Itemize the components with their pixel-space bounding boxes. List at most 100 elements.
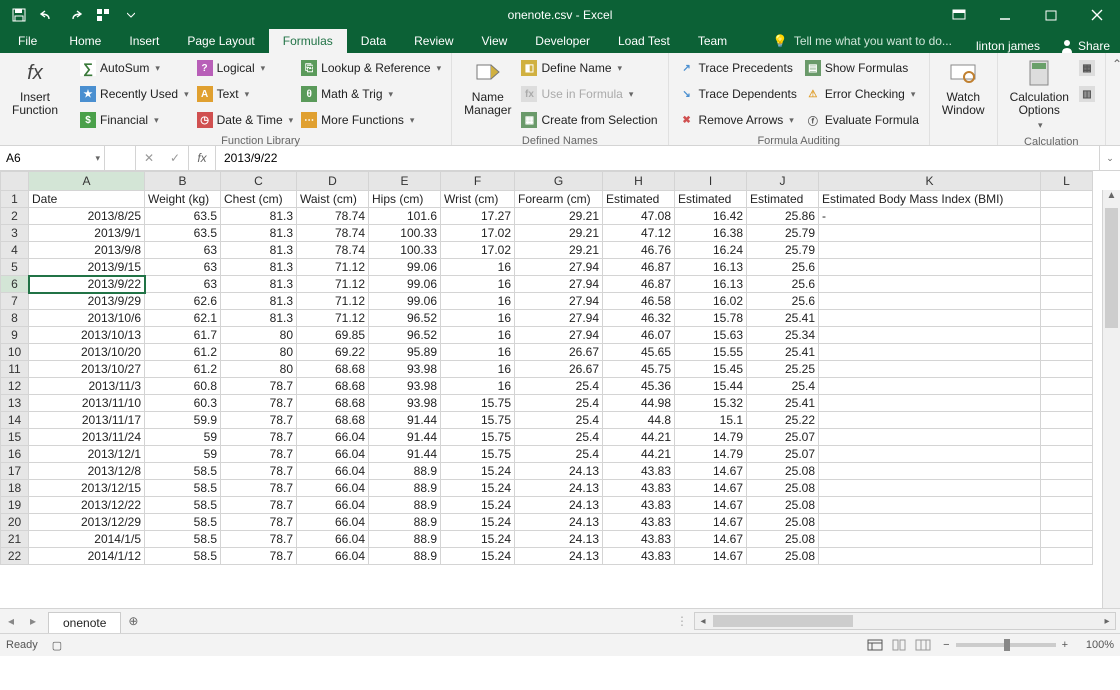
cell[interactable]: 26.67	[515, 344, 603, 361]
row-header[interactable]: 11	[1, 361, 29, 378]
cell[interactable]: 25.86	[747, 208, 819, 225]
cell[interactable]: 66.04	[297, 429, 369, 446]
name-box-input[interactable]	[4, 150, 100, 166]
zoom-thumb[interactable]	[1004, 639, 1010, 651]
cell[interactable]: 16.13	[675, 276, 747, 293]
cell[interactable]: 88.9	[369, 480, 441, 497]
collapse-ribbon-button[interactable]: ⌃	[1112, 57, 1120, 71]
cell[interactable]: 100.33	[369, 225, 441, 242]
cell[interactable]	[819, 344, 1041, 361]
cell[interactable]: 71.12	[297, 293, 369, 310]
cell[interactable]: 2013/11/24	[29, 429, 145, 446]
tab-developer[interactable]: Developer	[521, 29, 604, 53]
cell[interactable]: 15.24	[441, 514, 515, 531]
tab-file[interactable]: File	[0, 29, 55, 53]
cell[interactable]: 25.4	[515, 378, 603, 395]
cell[interactable]: 2013/9/1	[29, 225, 145, 242]
row-header[interactable]: 12	[1, 378, 29, 395]
vscroll-thumb[interactable]	[1105, 208, 1118, 328]
cell[interactable]: 2013/12/29	[29, 514, 145, 531]
cell[interactable]: 25.22	[747, 412, 819, 429]
cell[interactable]: 15.55	[675, 344, 747, 361]
cell[interactable]: 58.5	[145, 548, 221, 565]
cell[interactable]: 17.02	[441, 225, 515, 242]
row-header[interactable]: 13	[1, 395, 29, 412]
horizontal-scrollbar[interactable]: ◂ ▸	[694, 612, 1116, 630]
cell[interactable]: 71.12	[297, 310, 369, 327]
cell[interactable]	[819, 276, 1041, 293]
cell[interactable]	[1041, 293, 1093, 310]
cell[interactable]: Estimated	[747, 191, 819, 208]
cell[interactable]: 91.44	[369, 412, 441, 429]
add-sheet-button[interactable]: ⊕	[121, 614, 145, 628]
cell[interactable]: 16	[441, 327, 515, 344]
cell[interactable]: 2013/12/22	[29, 497, 145, 514]
cell[interactable]: 71.12	[297, 276, 369, 293]
evaluate-formula-button[interactable]: ⓕEvaluate Formula	[801, 107, 923, 133]
cell[interactable]: 66.04	[297, 497, 369, 514]
name-manager-button[interactable]: Name Manager	[458, 55, 517, 119]
zoom-out-button[interactable]: −	[943, 639, 949, 651]
cell[interactable]	[1041, 242, 1093, 259]
cell[interactable]: 78.7	[221, 378, 297, 395]
cell[interactable]: 26.67	[515, 361, 603, 378]
cell[interactable]: 2013/9/15	[29, 259, 145, 276]
cell[interactable]: 88.9	[369, 497, 441, 514]
cell[interactable]: 71.12	[297, 259, 369, 276]
cell[interactable]: 63.5	[145, 225, 221, 242]
cell[interactable]: 78.74	[297, 225, 369, 242]
cell[interactable]: 2013/8/25	[29, 208, 145, 225]
cell[interactable]: 29.21	[515, 208, 603, 225]
tab-review[interactable]: Review	[400, 29, 467, 53]
cell[interactable]: Date	[29, 191, 145, 208]
cell[interactable]: 2014/1/12	[29, 548, 145, 565]
cell[interactable]: 63	[145, 259, 221, 276]
cell[interactable]: 59	[145, 446, 221, 463]
cell[interactable]	[819, 259, 1041, 276]
cell[interactable]: 68.68	[297, 361, 369, 378]
cell[interactable]: 2013/12/15	[29, 480, 145, 497]
cell[interactable]	[1041, 378, 1093, 395]
macro-record-icon[interactable]: ▢	[52, 639, 62, 652]
use-in-formula-button[interactable]: fxUse in Formula▾	[517, 81, 661, 107]
cell[interactable]: 81.3	[221, 310, 297, 327]
cell[interactable]	[1041, 548, 1093, 565]
qat-customize-button[interactable]	[118, 3, 144, 27]
cell[interactable]: 91.44	[369, 429, 441, 446]
cell[interactable]: 99.06	[369, 259, 441, 276]
cell[interactable]: 59.9	[145, 412, 221, 429]
cell[interactable]: 2013/9/22	[29, 276, 145, 293]
cell[interactable]: 61.7	[145, 327, 221, 344]
cell[interactable]	[1041, 514, 1093, 531]
cell[interactable]: 15.24	[441, 480, 515, 497]
cell[interactable]: 25.41	[747, 395, 819, 412]
financial-button[interactable]: $Financial▾	[76, 107, 193, 133]
cell[interactable]: 78.7	[221, 429, 297, 446]
cell[interactable]: 16	[441, 310, 515, 327]
row-header[interactable]: 15	[1, 429, 29, 446]
tab-team[interactable]: Team	[684, 29, 741, 53]
cell[interactable]: 96.52	[369, 310, 441, 327]
cell[interactable]: 16	[441, 361, 515, 378]
cell[interactable]: 2013/11/10	[29, 395, 145, 412]
cell[interactable]: 15.75	[441, 395, 515, 412]
cell[interactable]: 100.33	[369, 242, 441, 259]
row-header[interactable]: 16	[1, 446, 29, 463]
cell[interactable]: 16	[441, 293, 515, 310]
cell[interactable]: 45.36	[603, 378, 675, 395]
cell[interactable]	[1041, 361, 1093, 378]
cell[interactable]: 61.2	[145, 344, 221, 361]
cell[interactable]: 78.7	[221, 480, 297, 497]
cell[interactable]	[819, 480, 1041, 497]
cell[interactable]: 78.74	[297, 242, 369, 259]
cell[interactable]: 25.07	[747, 429, 819, 446]
column-header[interactable]: F	[441, 172, 515, 191]
chevron-down-icon[interactable]: ▾	[95, 153, 100, 164]
cell[interactable]: 25.4	[747, 378, 819, 395]
cell[interactable]: 44.98	[603, 395, 675, 412]
cell[interactable]	[819, 497, 1041, 514]
cell[interactable]: 47.12	[603, 225, 675, 242]
zoom-slider[interactable]	[956, 643, 1056, 647]
cell[interactable]: 81.3	[221, 225, 297, 242]
cell[interactable]: 78.7	[221, 412, 297, 429]
